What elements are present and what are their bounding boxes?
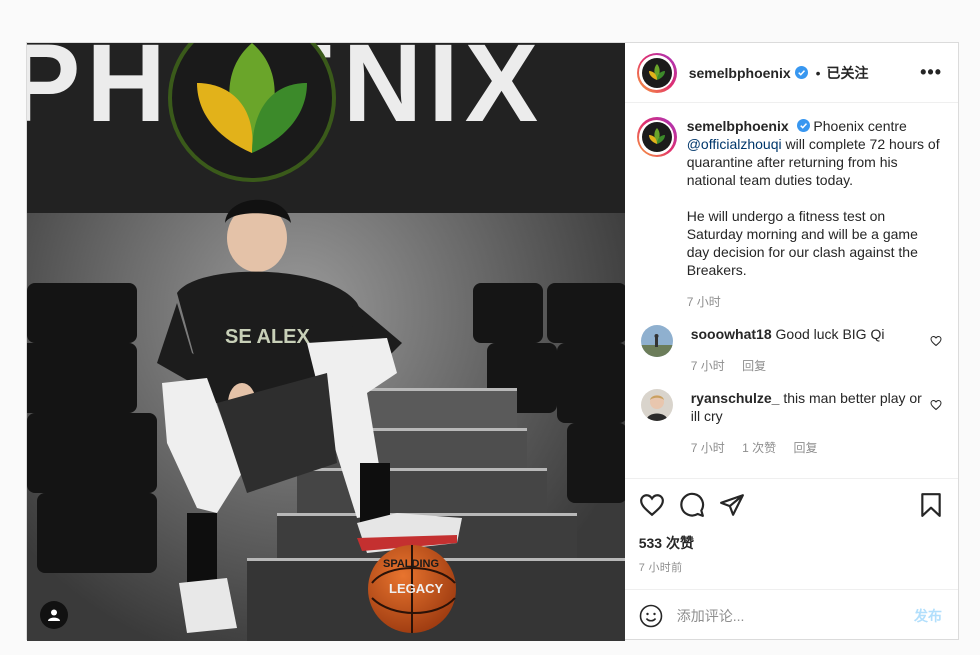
caption-text-start: Phoenix centre — [813, 118, 907, 134]
comment-icon[interactable] — [679, 492, 705, 518]
post-sidebar: semelbphoenix • 已关注 ••• semelbphoenix Ph… — [624, 43, 958, 641]
phoenix-logo-icon — [641, 122, 672, 152]
phoenix-logo-icon — [641, 57, 672, 88]
comment-text: Good luck BIG Qi — [775, 326, 885, 342]
comment-like-heart-icon[interactable] — [930, 399, 942, 411]
ball-model: LEGACY — [389, 581, 444, 596]
photo: PHOENIX — [27, 43, 625, 641]
post-header: semelbphoenix • 已关注 ••• — [624, 43, 958, 103]
comment-item: ryanschulze_ this man better play or ill… — [637, 389, 942, 457]
save-icon[interactable] — [918, 492, 944, 518]
header-username[interactable]: semelbphoenix — [689, 65, 791, 81]
user-tag-icon — [48, 609, 60, 621]
comment-time[interactable]: 7 小时 — [691, 441, 725, 455]
share-icon[interactable] — [719, 492, 745, 518]
follow-button[interactable]: 已关注 — [827, 63, 869, 83]
comment-likes[interactable]: 1 次赞 — [742, 441, 776, 455]
caption: semelbphoenix Phoenix centre @officialzh… — [636, 117, 942, 311]
shirt-text: SE ALEX — [225, 326, 310, 348]
caption-paragraph-2: He will undergo a fitness test on Saturd… — [686, 208, 918, 278]
add-comment-bar: 发布 — [624, 589, 958, 641]
caption-mention-link[interactable]: @officialzhouqi — [687, 136, 782, 152]
user-tag-button[interactable] — [40, 601, 68, 629]
caption-avatar[interactable] — [636, 117, 677, 157]
post-card: PHOENIX — [26, 42, 959, 641]
verified-icon — [796, 119, 810, 132]
comments-list[interactable]: semelbphoenix Phoenix centre @officialzh… — [625, 103, 958, 478]
comment-item: sooowhat18 Good luck BIG Qi 7 小时 回复 — [637, 325, 942, 375]
emoji-icon[interactable] — [639, 604, 663, 628]
caption-username[interactable]: semelbphoenix — [687, 118, 789, 134]
avatar[interactable] — [636, 52, 677, 93]
verified-icon — [794, 66, 808, 79]
separator-dot: • — [815, 64, 821, 81]
commenter-avatar[interactable] — [640, 325, 673, 357]
post-comment-button[interactable]: 发布 — [914, 606, 942, 626]
comment-reply-button[interactable]: 回复 — [742, 359, 766, 373]
post-actions: 533 次赞 7 小时前 — [624, 478, 958, 575]
comment-time[interactable]: 7 小时 — [691, 359, 725, 373]
comment-like-heart-icon[interactable] — [930, 335, 942, 347]
caption-time[interactable]: 7 小时 — [687, 295, 721, 309]
comment-username[interactable]: ryanschulze_ — [691, 390, 780, 406]
comment-input[interactable] — [676, 607, 914, 624]
heart-icon[interactable] — [639, 492, 665, 518]
comment-reply-button[interactable]: 回复 — [793, 441, 817, 455]
post-image[interactable]: PHOENIX — [27, 43, 625, 641]
more-icon[interactable]: ••• — [920, 62, 942, 83]
post-timestamp[interactable]: 7 小时前 — [639, 559, 944, 575]
commenter-avatar[interactable] — [640, 389, 673, 421]
likes-count[interactable]: 533 次赞 — [639, 533, 944, 553]
comment-username[interactable]: sooowhat18 — [691, 326, 772, 342]
ball-brand: SPALDING — [383, 558, 439, 570]
